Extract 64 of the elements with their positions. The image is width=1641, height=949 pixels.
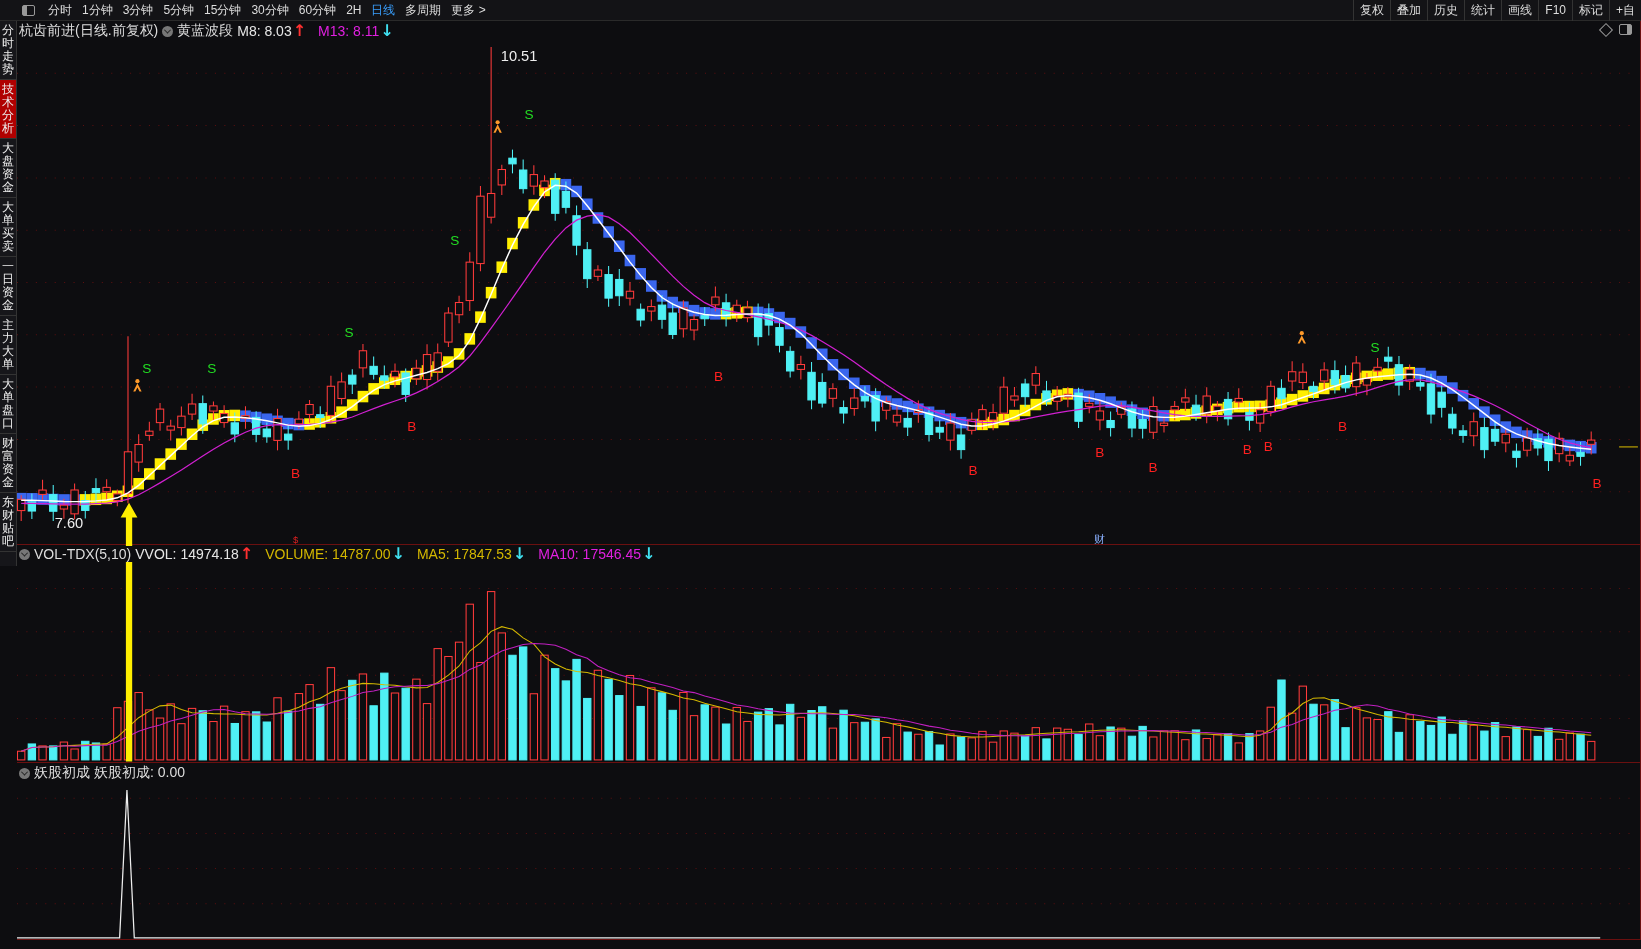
- indicator-value: M13: 8.11: [318, 23, 380, 39]
- indicator-value: VVOL: 14974.18: [135, 546, 239, 562]
- trend-arrow: ↓: [380, 23, 394, 39]
- indicator-value: 妖股初成: 0.00: [94, 764, 186, 782]
- price-label: 7.60: [54, 515, 84, 532]
- toolbar-button[interactable]: 画线: [1501, 0, 1539, 21]
- event-marker: 财: [1093, 532, 1106, 544]
- trade-signal: B: [407, 419, 417, 435]
- period-tab[interactable]: 更多 >: [446, 1, 491, 19]
- sidebar-tab[interactable]: 东财贴吧: [0, 493, 16, 552]
- indicator-value: MA5: 17847.53: [416, 546, 512, 562]
- toolbar-button[interactable]: 复权: [1353, 0, 1391, 21]
- trend-arrow: ↓: [642, 546, 656, 562]
- toolbar-button[interactable]: 叠加: [1390, 0, 1428, 21]
- sidebar-tab[interactable]: 大单盘口: [0, 375, 16, 434]
- sidebar-tab[interactable]: 主力大单: [0, 316, 16, 375]
- sidebar-tab[interactable]: 财富资金: [0, 434, 16, 493]
- toolbar-button[interactable]: 统计: [1464, 0, 1502, 21]
- toolbar-button[interactable]: F10: [1538, 0, 1572, 21]
- period-tab[interactable]: 30分钟: [246, 1, 294, 19]
- trade-signal: B: [1263, 439, 1273, 455]
- indicator-value: MA10: 17546.45: [538, 546, 641, 562]
- toolbar-button[interactable]: 历史: [1427, 0, 1465, 21]
- trade-signal: S: [524, 107, 534, 123]
- toolbar-button[interactable]: 标记: [1572, 0, 1609, 21]
- period-tab[interactable]: 5分钟: [158, 1, 200, 19]
- trade-signal: B: [1095, 445, 1105, 461]
- indicator-value: VOLUME: 14787.00: [265, 546, 391, 562]
- trend-arrow: ↓: [512, 546, 527, 562]
- trend-arrow: ↓: [391, 546, 405, 562]
- trade-signal: B: [291, 466, 301, 482]
- indicator-name: VOL-TDX(5,10): [34, 546, 132, 562]
- period-tab[interactable]: 多周期: [400, 1, 447, 19]
- trade-signal: B: [968, 463, 978, 479]
- trade-signal: B: [1338, 419, 1348, 435]
- stock-title: 杭齿前进(日线.前复权): [19, 22, 159, 40]
- price-label: 10.51: [500, 47, 538, 64]
- trade-signal: B: [714, 369, 724, 385]
- trade-signal: B: [1242, 442, 1252, 458]
- trade-signal: S: [450, 233, 460, 249]
- toolbar-button[interactable]: +自: [1609, 0, 1641, 21]
- sidebar-tab[interactable]: 大盘资金: [0, 139, 16, 198]
- period-tab[interactable]: 1分钟: [77, 1, 118, 19]
- period-tab[interactable]: 日线: [366, 1, 401, 19]
- event-marker: $: [292, 533, 299, 544]
- period-tab[interactable]: 15分钟: [199, 1, 247, 19]
- trade-signal: S: [207, 360, 217, 376]
- period-tab[interactable]: 60分钟: [293, 1, 342, 19]
- period-tab[interactable]: 分时: [43, 1, 77, 19]
- indicator-value: M8: 8.03: [237, 23, 292, 39]
- trade-signal: S: [142, 360, 152, 376]
- trade-signal: B: [1592, 475, 1602, 491]
- trade-signal: S: [1370, 339, 1380, 355]
- sidebar-tab[interactable]: 技术分析: [0, 80, 16, 139]
- trade-signal: B: [1148, 460, 1158, 475]
- trade-signal: S: [344, 325, 354, 341]
- trend-arrow: ↑: [239, 546, 254, 562]
- sidebar-tab[interactable]: 一日资金: [0, 257, 16, 316]
- period-tab[interactable]: 2H: [341, 3, 367, 17]
- trend-arrow: ↑: [292, 23, 307, 39]
- indicator-name: 妖股初成: [34, 764, 90, 782]
- sidebar-tab[interactable]: 大单买卖: [0, 198, 16, 257]
- period-tab[interactable]: 3分钟: [117, 1, 159, 19]
- indicator-name: 黄蓝波段: [177, 22, 234, 40]
